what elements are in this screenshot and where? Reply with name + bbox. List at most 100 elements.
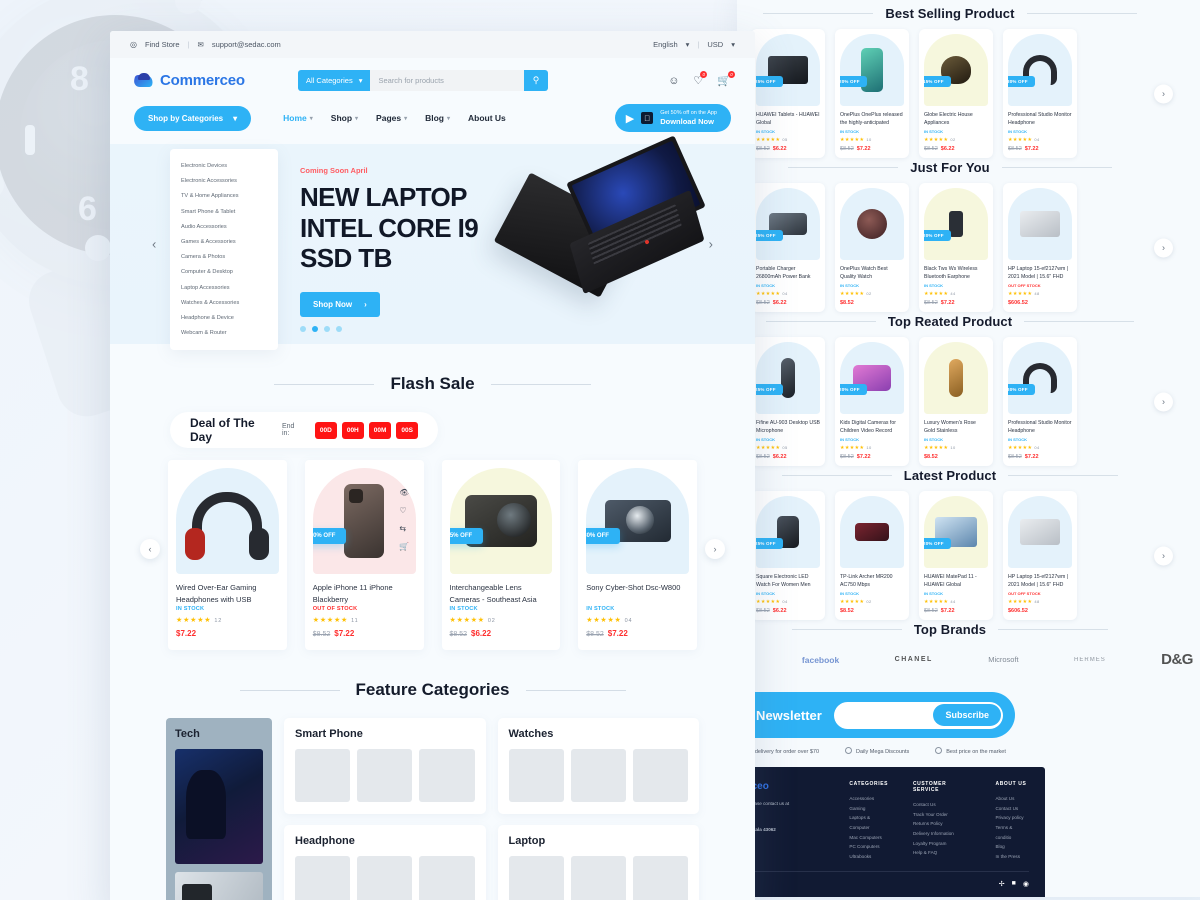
instagram-icon[interactable]: ◉ (1023, 880, 1029, 888)
hero-category-item[interactable]: Camera & Photos (181, 250, 278, 265)
slider-dot-active[interactable] (312, 326, 318, 332)
subscribe-button[interactable]: Subscribe (933, 704, 1001, 726)
wishlist-icon[interactable]: ♡ 0 (693, 71, 708, 87)
brand-logo[interactable]: D&G (1161, 651, 1193, 668)
newsletter-email-input[interactable]: Subscribe (833, 701, 1003, 729)
quick-view-icon[interactable]: 👁 (399, 488, 409, 497)
hero-slider-dots[interactable] (300, 326, 342, 332)
hero-next-arrow[interactable]: › (709, 237, 713, 252)
wishlist-icon[interactable]: ♡ (399, 506, 409, 515)
hero-category-item[interactable]: Audio Accessories (181, 220, 278, 235)
hero-category-item[interactable]: Webcam & Router (181, 326, 278, 341)
hero-category-item[interactable]: Headphone & Device (181, 311, 278, 326)
slider-dot[interactable] (300, 326, 306, 332)
feature-card-watches[interactable]: Watches (497, 718, 699, 814)
carousel-next-arrow[interactable]: › (1154, 392, 1173, 411)
product-card[interactable]: Wired Over-Ear Gaming Headphones with US… (168, 460, 287, 650)
shop-by-categories-button[interactable]: Shop by Categories ▾ (134, 105, 252, 131)
product-card[interactable]: 20% OFF 👁 ♡ ⇆ 🛒 Apple iPhone 11 iPhone Blackb… (304, 460, 424, 650)
product-card[interactable]: 15% OFF Interchangeable Lens Cameras - So… (441, 460, 561, 650)
currency-selector[interactable]: USD (707, 40, 723, 49)
hero-category-item[interactable]: Electronic Accessories (181, 174, 278, 189)
compare-icon[interactable]: ⇆ (399, 524, 409, 533)
footer-link[interactable]: Terms & conditio (995, 823, 1029, 842)
category-select[interactable]: All Categories ▾ (298, 70, 371, 91)
product-card[interactable]: 25% OFF Fifine AU-903 Desktop USB Microph… (751, 337, 825, 466)
product-card[interactable]: HP Laptop 15-ef2127wm | 2021 Model | 15.… (1003, 183, 1077, 312)
footer-link[interactable]: Laptops & Computer (849, 813, 891, 832)
product-card[interactable]: 30% OFF Professional Studio Monitor Headp… (1003, 29, 1077, 158)
feature-card-headphone[interactable]: Headphone (284, 825, 486, 900)
footer-link[interactable]: Returns Policy (913, 819, 974, 829)
hero-prev-arrow[interactable]: ‹ (152, 237, 156, 252)
footer-link[interactable]: Accessories (849, 794, 891, 804)
support-email-link[interactable]: support@sedac.com (212, 40, 281, 49)
cart-icon[interactable]: 🛒 0 (717, 71, 735, 87)
nav-item-shop[interactable]: Shop ▾ (331, 113, 358, 123)
footer-link[interactable]: Gaming (849, 804, 891, 814)
slider-dot[interactable] (336, 326, 342, 332)
account-icon[interactable]: ☺ (668, 75, 679, 87)
find-store-link[interactable]: Find Store (145, 40, 180, 49)
linkedin-icon[interactable]: ■ (1012, 880, 1016, 888)
brand-logo[interactable]: HERMES (1074, 657, 1106, 663)
nav-item-pages[interactable]: Pages ▾ (376, 113, 407, 123)
footer-link[interactable]: Help & FAQ (913, 848, 974, 858)
brand-logo[interactable]: Microsoft (988, 655, 1018, 664)
product-card[interactable]: TP-Link Archer MR200 AC750 Mbps IN STOCK ★… (835, 491, 909, 620)
brand-logo[interactable]: Commerceo (134, 72, 284, 89)
flash-next-arrow[interactable]: › (705, 539, 725, 559)
footer-link[interactable]: Contact Us (995, 804, 1029, 814)
slider-dot[interactable] (324, 326, 330, 332)
footer-link[interactable]: Track Your Order (913, 810, 974, 820)
app-download-button[interactable]: ▶  Get 50% off on the App Download Now (614, 104, 731, 132)
hero-category-item[interactable]: Electronic Devices (181, 159, 278, 174)
feature-card-laptop[interactable]: Laptop (497, 825, 699, 900)
product-card[interactable]: 20% OFF Black Tws Ws Wireless Bluetooth E… (919, 183, 993, 312)
hero-category-item[interactable]: Computer & Desktop (181, 265, 278, 280)
twitter-icon[interactable]: ✢ (999, 880, 1005, 888)
footer-link[interactable]: Mac Computers (849, 833, 891, 843)
flash-prev-arrow[interactable]: ‹ (140, 539, 160, 559)
footer-link[interactable]: Ultrabooks (849, 852, 891, 862)
footer-link[interactable]: In the Press (995, 852, 1029, 862)
nav-item-blog[interactable]: Blog ▾ (425, 113, 450, 123)
footer-link[interactable]: About Us (995, 794, 1029, 804)
carousel-next-arrow[interactable]: › (1154, 84, 1173, 103)
carousel-next-arrow[interactable]: › (1154, 238, 1173, 257)
carousel-next-arrow[interactable]: › (1154, 546, 1173, 565)
footer-link[interactable]: Delivery Information (913, 829, 974, 839)
product-card[interactable]: 25% OFF Square Electronic LED Watch For W… (751, 491, 825, 620)
footer-link[interactable]: PC Computers (849, 842, 891, 852)
feature-card-smart-phone[interactable]: Smart Phone (284, 718, 486, 814)
product-card[interactable]: 25% OFF Portable Charger 26800mAh Power B… (751, 183, 825, 312)
hero-category-item[interactable]: Laptop Accessories (181, 281, 278, 296)
feature-card-tech[interactable]: Tech (166, 718, 272, 900)
nav-item-about-us[interactable]: About Us (468, 113, 506, 123)
product-card[interactable]: 25% OFF HUAWEI Tablets - HUAWEI Global IN … (751, 29, 825, 158)
footer-link[interactable]: Loyalty Program (913, 839, 974, 849)
product-card[interactable]: OnePlus Watch Best Quality Watch IN STOCK… (835, 183, 909, 312)
product-card[interactable]: 30% OFF Professional Studio Monitor Headp… (1003, 337, 1077, 466)
product-card[interactable]: Luxury Women's Rose Gold Stainless IN STO… (919, 337, 993, 466)
brand-logo[interactable]: facebook (802, 655, 839, 665)
footer-link[interactable]: Blog (995, 842, 1029, 852)
hero-category-item[interactable]: Games & Accessories (181, 235, 278, 250)
add-to-cart-icon[interactable]: 🛒 (399, 542, 409, 551)
product-card[interactable]: 20% OFF HUAWEI MatePad 11 - HUAWEI Global… (919, 491, 993, 620)
nav-item-home[interactable]: Home ▾ (283, 113, 313, 123)
product-card[interactable]: HP Laptop 15-ef2127wm | 2021 Model | 15.… (1003, 491, 1077, 620)
footer-link[interactable]: Privacy policy (995, 813, 1029, 823)
product-card[interactable]: 30% OFF Sony Cyber-Shot Dsc-W800 IN STOCK ★… (578, 460, 697, 650)
search-input[interactable]: Search for products (370, 70, 524, 91)
footer-link[interactable]: Contact Us (913, 800, 974, 810)
product-card[interactable]: 15% OFF Globe Electric House Appliances IN… (919, 29, 993, 158)
hero-category-item[interactable]: Watches & Accessories (181, 296, 278, 311)
hero-category-item[interactable]: Smart Phone & Tablet (181, 205, 278, 220)
product-card[interactable]: 20% OFF Kids Digital Cameras for Children… (835, 337, 909, 466)
search-submit-button[interactable]: ⚲ (524, 70, 548, 91)
brand-logo[interactable]: CHANEL (895, 656, 933, 663)
hero-category-item[interactable]: TV & Home Appliances (181, 189, 278, 204)
product-quick-actions[interactable]: 👁 ♡ ⇆ 🛒 (399, 488, 409, 551)
hero-shop-now-button[interactable]: Shop Now › (300, 292, 380, 318)
